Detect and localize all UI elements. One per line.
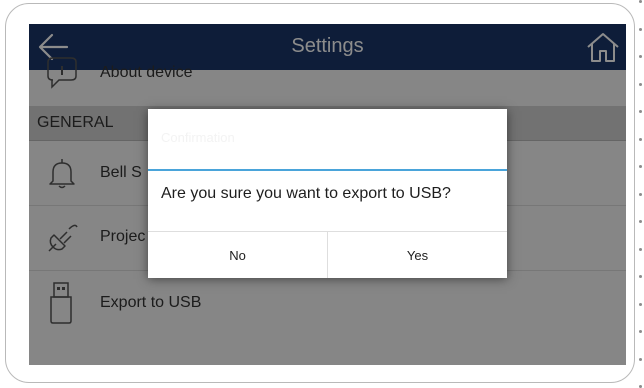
confirmation-dialog: Confirmation Are you sure you want to ex… — [148, 109, 507, 278]
dialog-title-divider — [148, 169, 507, 171]
dialog-title: Confirmation — [161, 130, 235, 145]
device-screen: Settings About device GENERAL Bell S Pro… — [29, 24, 626, 365]
dialog-button-bar: No Yes — [148, 231, 507, 278]
page-edge-dots — [637, 0, 644, 388]
yes-button[interactable]: Yes — [327, 232, 507, 278]
dialog-message: Are you sure you want to export to USB? — [161, 185, 451, 202]
no-button[interactable]: No — [148, 232, 327, 278]
